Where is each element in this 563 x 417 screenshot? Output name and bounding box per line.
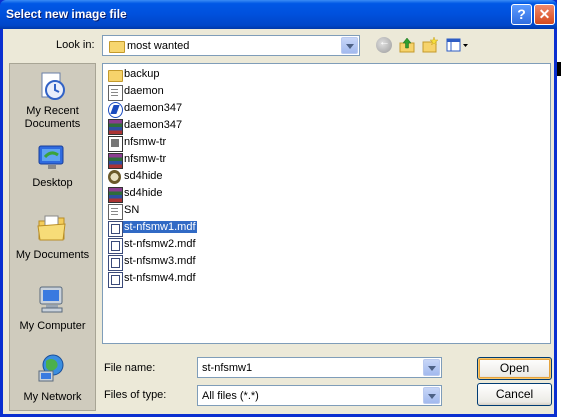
cancel-button[interactable]: Cancel [477,383,552,406]
up-folder-icon[interactable] [399,37,415,53]
file-name: nfsmw-tr [124,136,167,148]
place-my-computer[interactable]: My Computer [10,281,95,343]
file-name: daemon347 [124,102,183,114]
list-item-selected[interactable]: st-nfsmw1.mdf [106,220,256,237]
my-computer-icon [39,286,63,313]
list-item[interactable]: sd4hide [106,169,256,185]
file-name: st-nfsmw2.mdf [124,238,196,250]
help-button[interactable]: ? [511,4,532,25]
look-in-label: Look in: [56,39,95,51]
file-list[interactable]: backup daemon daemon347 daemon347 nfsmw-… [102,63,551,344]
list-item[interactable]: SN [106,203,256,220]
executable-icon [108,102,123,118]
list-item[interactable]: sd4hide [106,186,256,203]
file-name: backup [124,68,160,80]
my-documents-icon [37,215,66,241]
list-item[interactable]: st-nfsmw2.mdf [106,237,256,254]
list-item[interactable]: backup [106,67,256,83]
list-item[interactable]: daemon [106,84,256,101]
batch-file-icon [108,136,123,152]
title-bar[interactable]: Select new image file ? ✕ [0,0,557,29]
file-name: SN [124,204,140,216]
mdf-image-icon [108,238,123,254]
background-edge [557,0,563,417]
look-in-value: most wanted [127,40,190,52]
skull-executable-icon [108,170,121,184]
my-network-icon [38,354,64,382]
mdf-image-icon [108,255,123,271]
list-item[interactable]: nfsmw-tr [106,135,256,152]
places-bar: My Recent Documents Desktop My Documents [9,63,96,411]
text-document-icon [108,85,123,101]
place-my-recent-documents[interactable]: My Recent Documents [10,68,95,130]
file-name: sd4hide [124,170,163,182]
chevron-down-icon[interactable] [423,387,440,404]
back-icon[interactable] [376,36,392,53]
folder-icon [109,41,125,53]
place-desktop[interactable]: Desktop [10,139,95,199]
dialog-body: Look in: most wanted ← My Recent Documen… [3,29,554,414]
views-menu-icon[interactable] [446,37,470,53]
folder-icon [108,70,123,82]
mdf-image-icon [108,272,123,288]
file-name: daemon [124,85,164,97]
file-name-field[interactable]: st-nfsmw1 [197,357,442,378]
file-name-label: File name: [104,362,156,374]
desktop-icon [38,145,64,169]
files-of-type-label: Files of type: [104,389,167,401]
list-item[interactable]: st-nfsmw3.mdf [106,254,256,271]
rar-archive-icon [108,119,123,135]
chevron-down-icon[interactable] [341,37,358,54]
open-button[interactable]: Open [477,357,552,380]
file-name: st-nfsmw1.mdf [123,221,197,233]
file-open-dialog: Select new image file ? ✕ Look in: most … [0,0,557,417]
dialog-title: Select new image file [6,7,127,21]
file-name: st-nfsmw3.mdf [124,255,196,267]
rar-archive-icon [108,153,123,169]
file-name-value: st-nfsmw1 [202,362,253,374]
text-document-icon [108,204,123,220]
list-item[interactable]: daemon347 [106,118,256,135]
file-name: sd4hide [124,187,163,199]
chevron-down-icon[interactable] [423,359,440,376]
place-label: My Documents [15,249,90,261]
look-in-dropdown[interactable]: most wanted [102,35,360,56]
close-button[interactable]: ✕ [534,4,555,25]
place-my-documents[interactable]: My Documents [10,210,95,272]
file-name: daemon347 [124,119,183,131]
files-of-type-value: All files (*.*) [202,390,259,402]
place-label: Desktop [32,177,73,189]
recent-documents-icon [41,72,65,100]
list-item[interactable]: nfsmw-tr [106,152,256,169]
place-label: My Computer [19,320,86,332]
new-folder-icon[interactable] [422,37,438,53]
place-label: My Network [23,391,82,403]
mdf-image-icon [108,221,123,237]
place-label: My Recent Documents [24,105,81,130]
list-item[interactable]: st-nfsmw4.mdf [106,271,256,288]
rar-archive-icon [108,187,123,203]
list-item[interactable]: daemon347 [106,101,256,118]
files-of-type-dropdown[interactable]: All files (*.*) [197,385,442,406]
file-name: nfsmw-tr [124,153,167,165]
file-name: st-nfsmw4.mdf [124,272,196,284]
place-my-network[interactable]: My Network [10,352,95,410]
